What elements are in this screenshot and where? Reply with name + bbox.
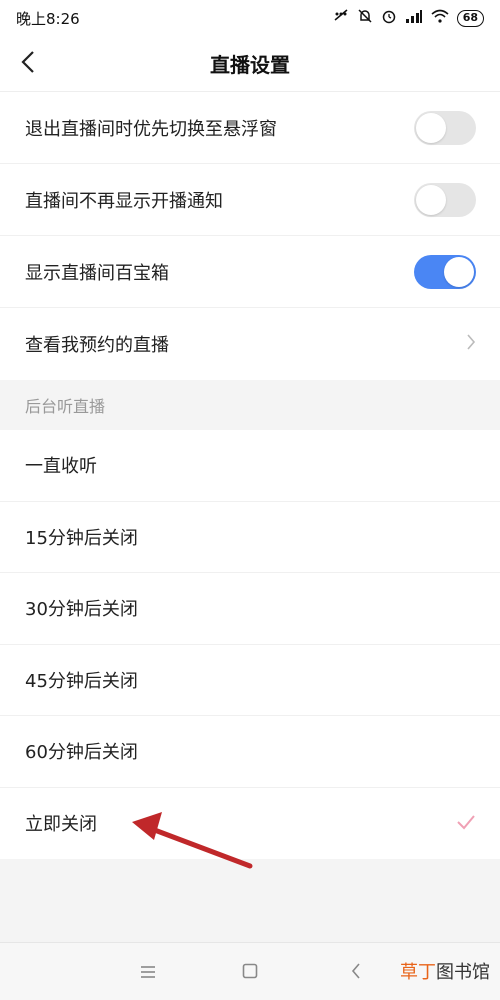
toggle-knob bbox=[416, 112, 446, 143]
watermark-text: 图书馆 bbox=[436, 962, 490, 983]
toggle-knob bbox=[444, 256, 474, 287]
setting-label: 显示直播间百宝箱 bbox=[25, 262, 169, 284]
alarm-icon bbox=[381, 8, 397, 28]
mute-icon bbox=[333, 9, 349, 27]
battery-icon: 68 bbox=[456, 9, 484, 27]
option-label: 15分钟后关闭 bbox=[25, 527, 138, 549]
setting-label: 退出直播间时优先切换至悬浮窗 bbox=[25, 118, 277, 140]
chevron-right-icon bbox=[466, 333, 476, 356]
wifi-icon bbox=[431, 9, 449, 27]
setting-reserved-lives[interactable]: 查看我预约的直播 bbox=[0, 308, 500, 380]
option-close-60min[interactable]: 60分钟后关闭 bbox=[0, 716, 500, 788]
setting-live-notification: 直播间不再显示开播通知 bbox=[0, 164, 500, 236]
option-close-30min[interactable]: 30分钟后关闭 bbox=[0, 573, 500, 645]
setting-treasure-box: 显示直播间百宝箱 bbox=[0, 236, 500, 308]
menu-icon bbox=[140, 963, 156, 984]
home-button[interactable] bbox=[230, 953, 270, 993]
watermark: 草丁图书馆 bbox=[400, 958, 490, 984]
toggle-knob bbox=[416, 184, 446, 215]
header: 直播设置 bbox=[0, 36, 500, 92]
page-title: 直播设置 bbox=[210, 53, 290, 77]
setting-label: 直播间不再显示开播通知 bbox=[25, 190, 223, 212]
status-bar: 晚上8:26 68 bbox=[0, 0, 500, 36]
background-listen-options: 一直收听 15分钟后关闭 30分钟后关闭 45分钟后关闭 60分钟后关闭 立即关… bbox=[0, 430, 500, 859]
signal-icon bbox=[405, 9, 423, 27]
bell-off-icon bbox=[357, 8, 373, 28]
home-icon bbox=[242, 963, 258, 984]
option-always-listen[interactable]: 一直收听 bbox=[0, 430, 500, 502]
status-time: 晚上8:26 bbox=[16, 9, 80, 28]
menu-button[interactable] bbox=[128, 953, 168, 993]
chevron-left-icon bbox=[20, 50, 36, 78]
option-label: 45分钟后关闭 bbox=[25, 670, 138, 692]
settings-list: 退出直播间时优先切换至悬浮窗 直播间不再显示开播通知 显示直播间百宝箱 查看我预… bbox=[0, 92, 500, 380]
status-icons: 68 bbox=[333, 8, 484, 28]
checkmark-icon bbox=[456, 811, 476, 836]
system-nav-bar: 草丁图书馆 bbox=[0, 942, 500, 1000]
section-header: 后台听直播 bbox=[0, 380, 500, 430]
option-close-15min[interactable]: 15分钟后关闭 bbox=[0, 502, 500, 573]
watermark-accent: 草丁 bbox=[400, 962, 436, 983]
option-label: 30分钟后关闭 bbox=[25, 599, 138, 621]
option-label: 一直收听 bbox=[25, 456, 97, 478]
setting-label: 查看我预约的直播 bbox=[25, 335, 169, 356]
option-label: 60分钟后关闭 bbox=[25, 742, 138, 764]
annotation-arrow bbox=[128, 808, 258, 882]
setting-floating-window: 退出直播间时优先切换至悬浮窗 bbox=[0, 92, 500, 164]
option-label: 立即关闭 bbox=[25, 814, 97, 836]
back-button[interactable] bbox=[8, 44, 48, 84]
back-nav-button[interactable] bbox=[336, 953, 376, 993]
floating-window-toggle[interactable] bbox=[414, 110, 476, 145]
option-close-45min[interactable]: 45分钟后关闭 bbox=[0, 645, 500, 716]
live-notification-toggle[interactable] bbox=[414, 182, 476, 217]
back-arrow-icon bbox=[351, 962, 361, 984]
treasure-box-toggle[interactable] bbox=[414, 254, 476, 289]
